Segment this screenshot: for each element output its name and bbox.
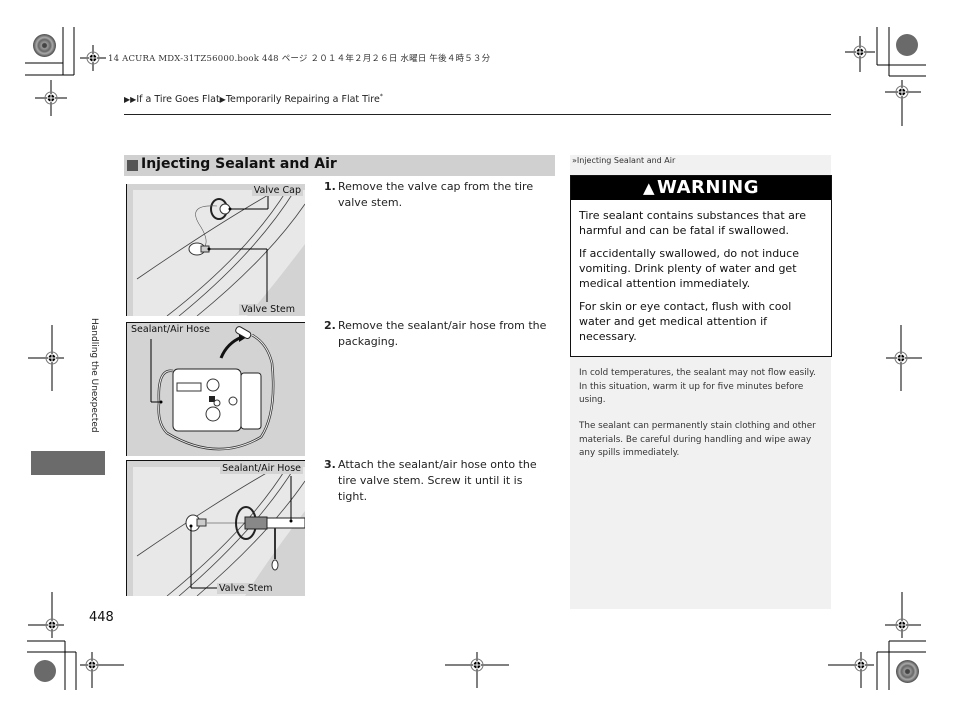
breadcrumb-asterisk: *	[379, 93, 383, 100]
registration-target-icon	[78, 43, 108, 77]
registration-target-icon	[845, 36, 875, 76]
breadcrumb-item-tire-goes-flat[interactable]: If a Tire Goes Flat	[136, 94, 219, 105]
step-2: 2. Remove the sealant/air hose from the …	[324, 318, 554, 350]
figure-attach-hose: Sealant/Air Hose Valve Stem	[126, 460, 305, 596]
step-1: 1. Remove the valve cap from the tire va…	[324, 179, 554, 211]
label-valve-cap: Valve Cap	[251, 185, 303, 196]
warning-box: ▲ WARNING Tire sealant contains substance…	[570, 175, 832, 357]
label-valve-stem: Valve Stem	[217, 583, 275, 594]
figure-remove-valve-cap: Valve Cap Valve Stem	[126, 184, 305, 316]
note-paragraph: In cold temperatures, the sealant may no…	[579, 368, 816, 405]
label-sealant-air-hose: Sealant/Air Hose	[220, 463, 303, 474]
step-number: 1.	[324, 180, 336, 193]
step-number: 2.	[324, 319, 336, 332]
breadcrumb-divider	[124, 114, 831, 115]
warning-paragraph: Tire sealant contains substances that ar…	[579, 209, 806, 237]
breadcrumb-arrows-icon: ▶▶	[124, 95, 137, 105]
breadcrumb: ▶▶If a Tire Goes Flat▶Temporarily Repair…	[124, 93, 383, 105]
step-text: Remove the valve cap from the tire valve…	[338, 180, 534, 209]
warning-paragraph: For skin or eye contact, flush with cool…	[579, 300, 792, 343]
step-3: 3. Attach the sealant/air hose onto the …	[324, 457, 554, 505]
sealant-hose-illustration	[150, 326, 275, 451]
side-notes-panel: »Injecting Sealant and Air ▲ WARNING Tire…	[570, 155, 832, 609]
calibration-dot-icon	[33, 34, 56, 57]
print-header: 14 ACURA MDX-31TZ56000.book 448 ページ ２０１４…	[108, 54, 491, 64]
warning-paragraph: If accidentally swallowed, do not induce…	[579, 247, 799, 290]
registration-target-icon	[886, 325, 922, 395]
figure-remove-hose: Sealant/Air Hose	[126, 322, 305, 456]
breadcrumb-item-temporarily-repairing[interactable]: Temporarily Repairing a Flat Tire	[226, 94, 380, 105]
warning-header: ▲ WARNING	[571, 176, 831, 200]
calibration-dot-icon	[896, 660, 919, 683]
chapter-label-text: Handling the Unexpected	[89, 318, 99, 433]
registration-target-icon	[885, 590, 921, 644]
registration-target-icon	[33, 80, 69, 120]
page-number: 448	[89, 610, 114, 625]
chapter-tab[interactable]	[31, 451, 105, 475]
registration-target-icon	[28, 590, 64, 644]
warning-title: WARNING	[657, 177, 759, 198]
attach-hose-illustration	[133, 466, 305, 596]
calibration-dot-icon	[34, 660, 56, 682]
step-text: Attach the sealant/air hose onto the tir…	[338, 458, 537, 503]
chapter-label: Handling the Unexpected	[87, 318, 101, 448]
step-number: 3.	[324, 458, 336, 471]
registration-target-icon	[885, 80, 921, 130]
cross-reference[interactable]: »Injecting Sealant and Air	[572, 156, 675, 165]
section-heading: Injecting Sealant and Air	[124, 155, 555, 176]
registration-target-icon	[78, 650, 126, 694]
step-text: Remove the sealant/air hose from the pac…	[338, 319, 547, 348]
label-valve-stem: Valve Stem	[239, 304, 297, 315]
calibration-dot-icon	[896, 34, 918, 56]
section-square-icon	[127, 160, 138, 171]
section-title: Injecting Sealant and Air	[141, 156, 337, 172]
label-sealant-air-hose: Sealant/Air Hose	[129, 324, 212, 335]
cross-reference-title: Injecting Sealant and Air	[576, 156, 676, 165]
warning-triangle-icon: ▲	[643, 179, 656, 197]
registration-target-icon	[443, 652, 509, 692]
note-paragraph: The sealant can permanently stain clothi…	[579, 421, 816, 458]
registration-target-icon	[828, 650, 876, 694]
valve-cap-illustration	[133, 189, 305, 316]
registration-target-icon	[28, 325, 64, 395]
